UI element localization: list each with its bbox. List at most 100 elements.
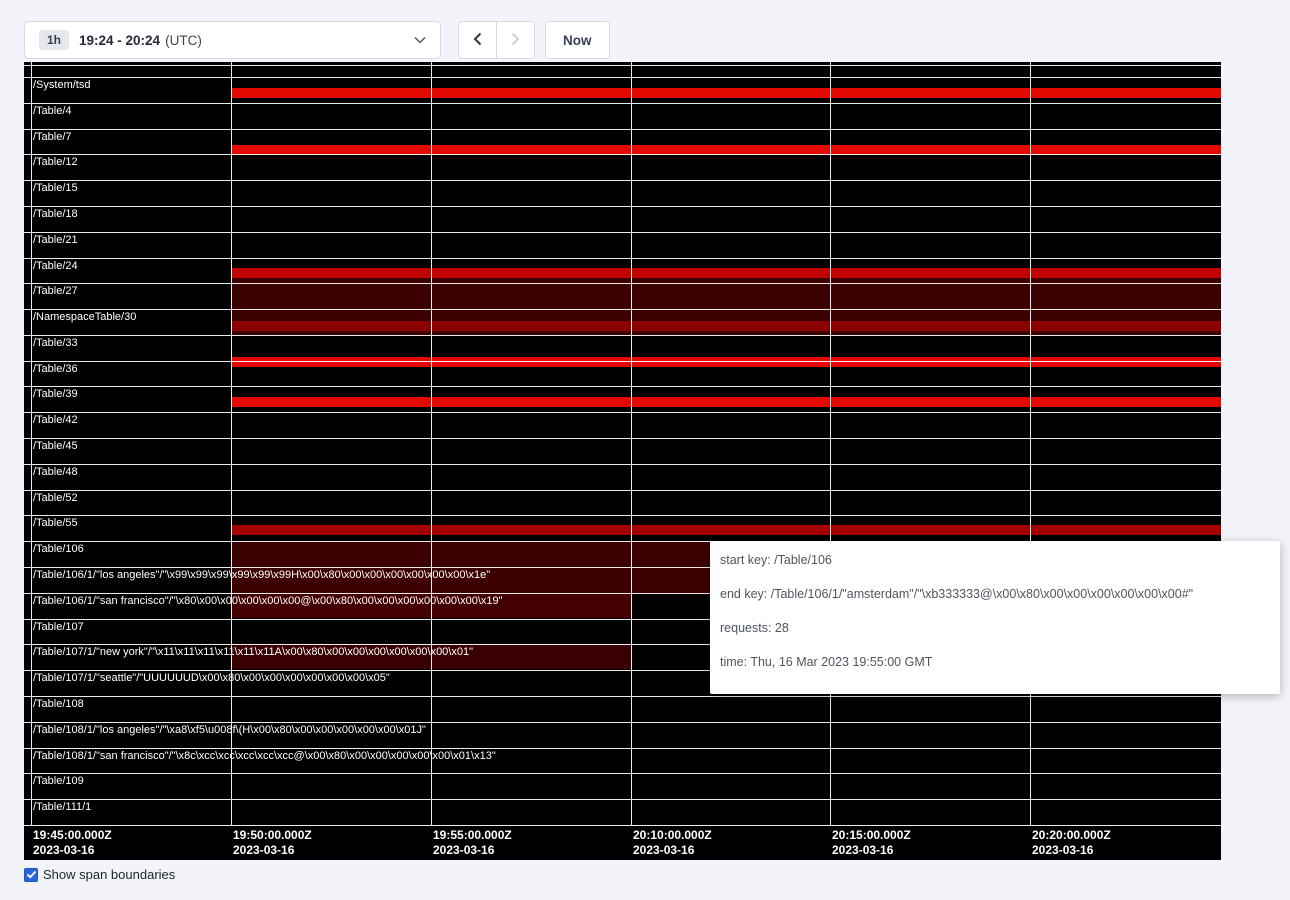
key-span-label: /Table/18 (33, 208, 78, 220)
key-span-label: /Table/4 (33, 105, 72, 117)
key-span-label: /Table/106 (33, 543, 84, 555)
span-boundary-line (24, 154, 1221, 155)
time-range-text: 19:24 - 20:24 (79, 33, 160, 48)
key-span-label: /Table/52 (33, 492, 78, 504)
span-boundary-line (24, 361, 1221, 362)
key-span-label: /Table/108/1/"san francisco"/"\x8c\xcc\x… (33, 750, 496, 762)
heat-band[interactable] (231, 268, 1221, 279)
span-boundary-line (24, 515, 1221, 516)
key-span-label: /Table/111/1 (33, 801, 91, 813)
time-axis-date: 2023-03-16 (233, 843, 312, 858)
time-axis-label: 19:45:00.000Z2023-03-16 (33, 828, 112, 858)
span-boundary-line (24, 412, 1221, 413)
key-span-label: /Table/107/1/"new york"/"\x11\x11\x11\x1… (33, 646, 473, 658)
key-span-label: /System/tsd (33, 79, 90, 91)
time-axis-date: 2023-03-16 (433, 843, 512, 858)
chevron-right-icon (511, 32, 520, 49)
heat-band[interactable] (231, 321, 1221, 331)
tooltip-start-key: start key: /Table/106 (720, 553, 1270, 568)
heat-band[interactable] (231, 397, 1221, 407)
key-span-label: /Table/15 (33, 182, 78, 194)
tooltip-end-key: end key: /Table/106/1/"amsterdam"/"\xb33… (720, 587, 1270, 602)
time-axis-date: 2023-03-16 (832, 843, 911, 858)
span-boundary-line (24, 438, 1221, 439)
key-span-label: /Table/33 (33, 337, 78, 349)
time-axis-label: 20:20:00.000Z2023-03-16 (1032, 828, 1111, 858)
timezone-text: (UTC) (165, 33, 202, 48)
time-gridline (1030, 62, 1031, 825)
time-axis-label: 20:10:00.000Z2023-03-16 (633, 828, 712, 858)
heat-band[interactable] (231, 357, 1221, 367)
span-boundary-line (24, 129, 1221, 130)
span-boundary-line (24, 464, 1221, 465)
time-axis-label: 19:55:00.000Z2023-03-16 (433, 828, 512, 858)
span-boundary-line (24, 180, 1221, 181)
time-gridline (631, 62, 632, 825)
key-span-label: /NamespaceTable/30 (33, 311, 136, 323)
now-button[interactable]: Now (545, 21, 610, 59)
time-gridline (431, 62, 432, 825)
span-boundary-line (24, 799, 1221, 800)
key-span-label: /Table/21 (33, 234, 78, 246)
time-axis-time: 20:15:00.000Z (832, 828, 911, 843)
time-axis-time: 20:20:00.000Z (1032, 828, 1111, 843)
heat-band[interactable] (231, 88, 1221, 98)
span-boundary-line (24, 206, 1221, 207)
show-span-boundaries-label: Show span boundaries (43, 867, 175, 882)
heat-band[interactable] (231, 525, 1221, 535)
span-boundary-line (24, 748, 1221, 749)
time-gridline (830, 62, 831, 825)
time-axis-time: 20:10:00.000Z (633, 828, 712, 843)
span-boundary-line (24, 103, 1221, 104)
span-boundary-line (24, 258, 1221, 259)
time-range-select[interactable]: 1h 19:24 - 20:24 (UTC) (24, 21, 441, 59)
key-span-label: /Table/24 (33, 260, 78, 272)
span-boundary-line (24, 283, 1221, 284)
span-boundary-line (24, 65, 1221, 66)
key-span-label: /Table/7 (33, 131, 72, 143)
key-span-label: /Table/36 (33, 363, 78, 375)
key-span-label: /Table/48 (33, 466, 78, 478)
span-boundary-line (24, 696, 1221, 697)
check-icon (26, 869, 37, 880)
time-forward-button[interactable] (496, 21, 535, 59)
time-gridline (31, 62, 32, 825)
duration-badge: 1h (39, 30, 69, 50)
span-boundaries-control: Show span boundaries (24, 867, 175, 882)
key-span-label: /Table/108 (33, 698, 84, 710)
time-nav-button-group (458, 21, 535, 59)
span-boundary-line (24, 722, 1221, 723)
key-span-label: /Table/39 (33, 388, 78, 400)
tooltip-requests: requests: 28 (720, 621, 1270, 636)
chevron-down-icon (414, 36, 426, 44)
span-boundary-line (24, 309, 1221, 310)
time-backward-button[interactable] (458, 21, 497, 59)
key-span-label: /Table/109 (33, 775, 84, 787)
key-span-label: /Table/45 (33, 440, 78, 452)
span-boundary-line (24, 77, 1221, 78)
span-boundary-line (24, 490, 1221, 491)
span-boundary-line (24, 773, 1221, 774)
key-span-label: /Table/12 (33, 156, 78, 168)
time-gridline (231, 62, 232, 825)
key-span-label: /Table/107 (33, 621, 84, 633)
key-span-label: /Table/108/1/"los angeles"/"\xa8\xf5\u00… (33, 724, 426, 736)
heat-band[interactable] (231, 145, 1221, 155)
time-axis-date: 2023-03-16 (1032, 843, 1111, 858)
time-axis-date: 2023-03-16 (633, 843, 712, 858)
time-axis-date: 2023-03-16 (33, 843, 112, 858)
key-span-label: /Table/106/1/"los angeles"/"\x99\x99\x99… (33, 569, 490, 581)
time-axis-time: 19:45:00.000Z (33, 828, 112, 843)
tooltip-time: time: Thu, 16 Mar 2023 19:55:00 GMT (720, 655, 1270, 670)
key-span-label: /Table/55 (33, 517, 78, 529)
span-boundary-line (24, 386, 1221, 387)
keyvis-canvas[interactable]: /System/tsd/Table/4/Table/7/Table/12/Tab… (24, 62, 1221, 860)
time-axis-label: 20:15:00.000Z2023-03-16 (832, 828, 911, 858)
key-span-label: /Table/106/1/"san francisco"/"\x80\x00\x… (33, 595, 503, 607)
span-boundary-line (24, 335, 1221, 336)
time-axis-label: 19:50:00.000Z2023-03-16 (233, 828, 312, 858)
span-boundary-line (24, 232, 1221, 233)
time-axis-time: 19:50:00.000Z (233, 828, 312, 843)
key-span-label: /Table/42 (33, 414, 78, 426)
show-span-boundaries-checkbox[interactable] (24, 868, 38, 882)
